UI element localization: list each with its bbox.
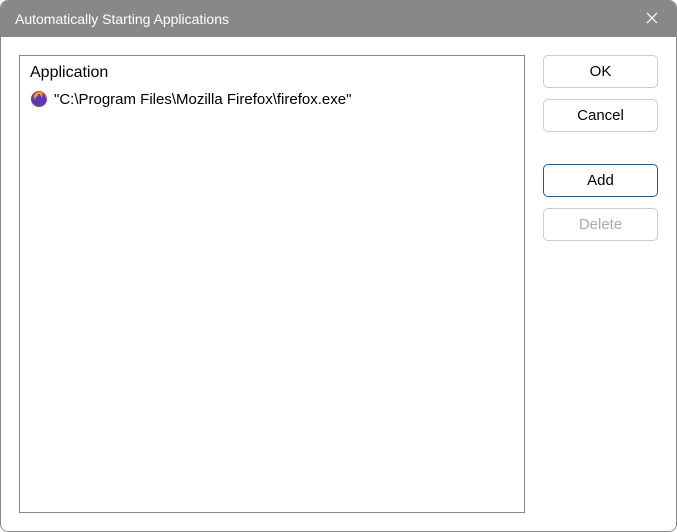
- list-header: Application: [20, 56, 524, 86]
- list-item-label: "C:\Program Files\Mozilla Firefox\firefo…: [54, 91, 351, 108]
- dialog-window: Automatically Starting Applications Appl…: [0, 0, 677, 532]
- application-list[interactable]: Application "C:\Program Files\Mozilla Fi…: [19, 55, 525, 513]
- delete-button: Delete: [543, 208, 658, 241]
- list-item[interactable]: "C:\Program Files\Mozilla Firefox\firefo…: [20, 86, 524, 112]
- cancel-button[interactable]: Cancel: [543, 99, 658, 132]
- button-column: OK Cancel Add Delete: [543, 55, 658, 513]
- firefox-icon: [30, 90, 48, 108]
- dialog-content: Application "C:\Program Files\Mozilla Fi…: [1, 37, 676, 531]
- title-bar: Automatically Starting Applications: [1, 1, 676, 37]
- spacer: [543, 143, 658, 153]
- close-icon: [646, 11, 658, 27]
- add-button[interactable]: Add: [543, 164, 658, 197]
- ok-button[interactable]: OK: [543, 55, 658, 88]
- window-title: Automatically Starting Applications: [15, 11, 229, 27]
- close-button[interactable]: [628, 1, 676, 37]
